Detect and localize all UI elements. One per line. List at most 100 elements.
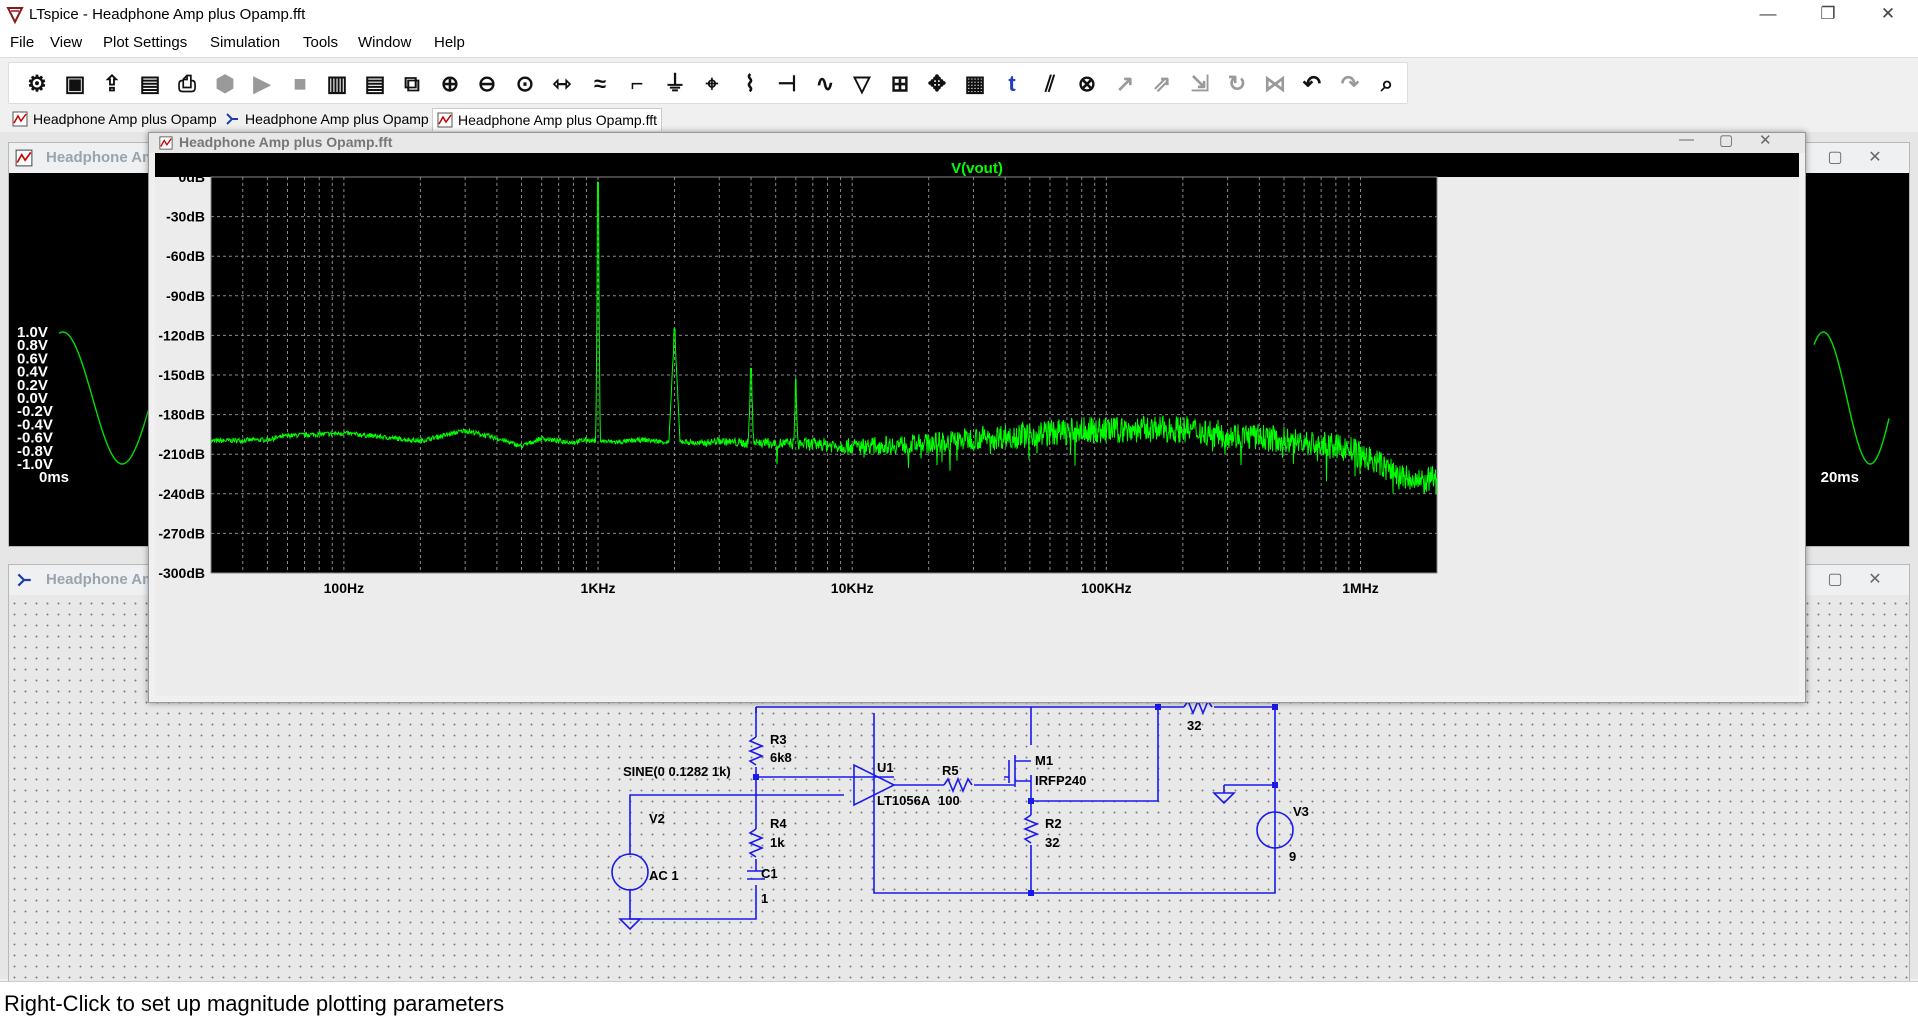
zoom-out-icon[interactable]: ⊖ (471, 67, 503, 99)
label-r4-value: 1k (770, 835, 785, 850)
window-restore-button[interactable]: ▢ (1719, 131, 1733, 149)
mdi-workspace: Headphone Am ▢ ✕ 1.0V 0.8V 0.6V 0.4V 0.2V 0.0… (0, 131, 1918, 983)
ltspice-logo-icon (6, 7, 24, 24)
tab-waveform[interactable]: Headphone Amp plus Opamp (8, 108, 221, 130)
y-tick-label: -150dB (158, 367, 205, 383)
diode-icon[interactable]: ▽ (846, 67, 878, 99)
svg-text:t: t (1008, 71, 1016, 96)
restore-button[interactable]: ❐ (1808, 4, 1848, 24)
tile-vertical-icon[interactable]: ▥ (321, 67, 353, 99)
menu-view[interactable]: View (50, 34, 82, 51)
menu-tools[interactable]: Tools (303, 34, 338, 51)
window-close-button[interactable]: ✕ (1857, 147, 1893, 169)
mosfet-m1 (1004, 755, 1031, 787)
toolbar: ⚙ ▣ ⇪ ▤ ⎙ ⬢ ▶ ■ ▥ ▤ ⧉ ⊕ ⊖ ⊙ ⇿ ≈ ⌐ ⏚ ⌖ ⌇ ⊣ ∿ ▽ ⊞ ✥ ▦ t ⫽ ⊗ ↗ ⇗ ⇲ ↻ ⋈ ↶ ↷ ⌕ (0, 58, 1918, 107)
status-text: Right-Click to set up magnitude plotting… (4, 991, 505, 1016)
window-restore-button[interactable]: ▢ (1817, 147, 1853, 169)
redo-icon[interactable]: ↷ (1334, 67, 1366, 99)
wire-icon[interactable]: ⌐ (621, 67, 653, 99)
save-icon[interactable]: ▤ (134, 67, 166, 99)
svg-text:⊗: ⊗ (1078, 71, 1096, 96)
menu-file[interactable]: File (10, 34, 34, 51)
svg-text:↗: ↗ (1115, 71, 1133, 96)
spice-directive-icon[interactable]: ⫽ (1034, 67, 1066, 99)
resistor-r5 (943, 776, 973, 794)
close-button[interactable]: ✕ (1868, 4, 1908, 24)
text-icon[interactable]: t (996, 67, 1028, 99)
draw-icon[interactable]: ↗ (1109, 67, 1141, 99)
autorange-icon[interactable]: ⇿ (546, 67, 578, 99)
svg-text:⚙: ⚙ (27, 71, 47, 96)
menu-bar: File View Plot Settings Simulation Tools… (0, 29, 1918, 58)
label-r5-value: 100 (938, 793, 960, 808)
undo-icon[interactable]: ↶ (1296, 67, 1328, 99)
svg-text:⊣: ⊣ (777, 71, 796, 96)
print-icon[interactable]: ⎙ (171, 67, 203, 99)
tile-horizontal-icon[interactable]: ▤ (359, 67, 391, 99)
schematic-tab-icon (226, 113, 238, 125)
window-close-button[interactable]: ✕ (1759, 131, 1772, 149)
label-u1: U1 (877, 760, 894, 775)
tab-label: Headphone Amp plus Opamp.fft (458, 112, 657, 128)
zoom-fit-icon[interactable]: ⊙ (509, 67, 541, 99)
capacitor-icon[interactable]: ⊣ (771, 67, 803, 99)
net-icon[interactable]: ▦ (959, 67, 991, 99)
svg-text:⇿: ⇿ (553, 71, 572, 96)
menu-plot-settings[interactable]: Plot Settings (103, 34, 187, 51)
menu-window[interactable]: Window (358, 34, 411, 51)
halt-icon[interactable]: ⬢ (209, 67, 241, 99)
delete-icon[interactable]: ⊗ (1071, 67, 1103, 99)
component-icon[interactable]: ⊞ (884, 67, 916, 99)
fft-window-titlebar[interactable]: Headphone Amp plus Opamp.fft — ▢ ✕ (149, 131, 1805, 153)
zoom-in-icon[interactable]: ⊕ (434, 67, 466, 99)
resistor-r2 (1022, 814, 1040, 844)
new-schematic-icon[interactable]: ▣ (59, 67, 91, 99)
waveform-icon[interactable]: ≈ (584, 67, 616, 99)
mirror-icon[interactable]: ⋈ (1259, 67, 1291, 99)
cascade-icon[interactable]: ⧉ (396, 67, 428, 99)
trace-label[interactable]: V(vout) (951, 160, 1003, 177)
window-minimize-button[interactable]: — (1679, 131, 1694, 148)
inductor-icon[interactable]: ∿ (809, 67, 841, 99)
menu-help[interactable]: Help (434, 34, 465, 51)
fft-chart[interactable]: V(vout) 0dB -30dB -60dB -90dB -120dB -150dB -1… (155, 153, 1799, 696)
svg-text:⧉: ⧉ (404, 71, 420, 96)
svg-text:▦: ▦ (964, 71, 985, 96)
svg-text:✥: ✥ (928, 71, 946, 96)
stop-icon[interactable]: ■ (284, 67, 316, 99)
y-tick-label: -270dB (158, 525, 205, 541)
svg-text:⋈: ⋈ (1264, 71, 1286, 96)
title-bar: LTspice - Headphone Amp plus Opamp.fft —… (0, 0, 1918, 29)
x-tick-label: 1MHz (1342, 580, 1379, 596)
move-icon[interactable]: ✥ (921, 67, 953, 99)
minimize-button[interactable]: — (1748, 4, 1788, 24)
svg-text:⊕: ⊕ (440, 71, 458, 96)
run-icon[interactable]: ▶ (246, 67, 278, 99)
rotate-icon[interactable]: ↻ (1221, 67, 1253, 99)
svg-text:⇗: ⇗ (1153, 71, 1171, 96)
settings-icon[interactable]: ⚙ (21, 67, 53, 99)
find-icon[interactable]: ⌕ (1371, 67, 1403, 99)
label-r3: R3 (770, 732, 787, 747)
schematic-wires (629, 706, 1276, 920)
resistor-icon[interactable]: ⌇ (734, 67, 766, 99)
x-start-label: 0ms (39, 469, 69, 486)
y-tick-label: -210dB (158, 446, 205, 462)
status-bar: Right-Click to set up magnitude plotting… (0, 981, 1918, 1020)
ground-icon[interactable]: ⏚ (659, 67, 691, 99)
tab-bar: Headphone Amp plus Opamp Headphone Amp p… (0, 106, 1918, 132)
source-v2 (611, 853, 649, 891)
label-net-icon[interactable]: ⌖ (696, 67, 728, 99)
open-icon[interactable]: ⇪ (96, 67, 128, 99)
svg-text:⌖: ⌖ (705, 71, 719, 96)
label-m1: M1 (1035, 753, 1053, 768)
label-r4: R4 (770, 816, 787, 831)
tab-fft[interactable]: Headphone Amp plus Opamp.fft (432, 108, 662, 131)
paste-icon[interactable]: ⇲ (1184, 67, 1216, 99)
copy-icon[interactable]: ⇗ (1146, 67, 1178, 99)
waveform-tab-icon (12, 111, 28, 127)
svg-text:↻: ↻ (1228, 71, 1246, 96)
menu-simulation[interactable]: Simulation (210, 34, 280, 51)
tab-schematic[interactable]: Headphone Amp plus Opamp (220, 108, 433, 130)
x-tick-label: 100KHz (1081, 580, 1132, 596)
